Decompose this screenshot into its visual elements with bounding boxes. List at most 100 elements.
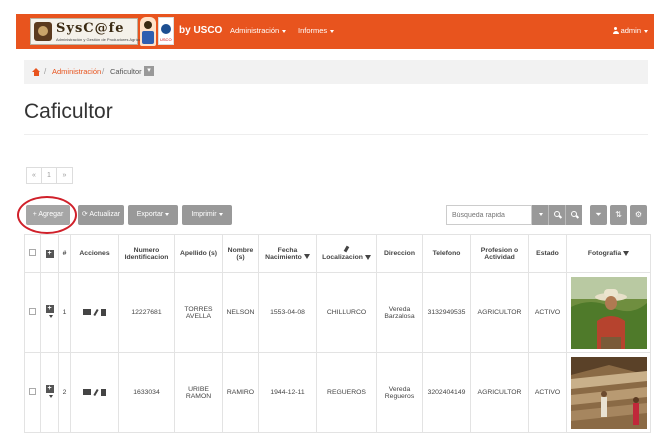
user-menu[interactable]: admin	[612, 26, 648, 35]
pagination-page-1[interactable]: 1	[42, 168, 57, 183]
cell-direccion: Vereda Barzalosa	[376, 272, 423, 353]
cell-fecha-nacimiento: 1944-12-11	[258, 352, 317, 433]
gear-icon: ⚙	[634, 210, 643, 219]
cell-apellidos: URIBE RAMON	[174, 352, 223, 433]
row-expand-button[interactable]: +	[40, 272, 59, 353]
chevron-down-icon	[282, 29, 287, 33]
col-acciones: Acciones	[70, 234, 119, 273]
breadcrumb-toggle-button[interactable]: ▾	[144, 66, 154, 76]
col-fecha-nacimiento[interactable]: Fecha Nacimiento	[258, 234, 317, 273]
top-navbar: SysC@fe Administración y Gestión de Prod…	[16, 14, 654, 49]
table-row[interactable]: + 1 12227681 TORRES AVELLA NELSON 1553-0…	[24, 272, 651, 353]
cell-profesion: AGRICULTOR	[470, 352, 529, 433]
cell-profesion: AGRICULTOR	[470, 272, 529, 353]
select-all-checkbox[interactable]	[24, 234, 41, 273]
search-options-dropdown[interactable]	[532, 205, 548, 225]
sort-icon: ⇅	[615, 210, 622, 219]
col-profesion[interactable]: Profesion o Actividad	[470, 234, 529, 273]
refresh-button[interactable]: ⟳ Actualizar	[78, 205, 124, 225]
breadcrumb-caficultor: Caficultor	[110, 67, 142, 76]
edit-icon[interactable]	[93, 308, 99, 316]
chevron-down-icon	[48, 314, 53, 318]
id-card-icon[interactable]	[83, 389, 91, 396]
chevron-down-icon	[539, 213, 543, 216]
chevron-down-icon	[330, 29, 335, 33]
cell-telefono: 3132949535	[422, 272, 471, 353]
breadcrumb-separator: /	[44, 67, 47, 76]
filter-icon: ⏷	[595, 210, 602, 219]
chevron-down-icon	[48, 394, 53, 398]
drying-beds-photo[interactable]	[570, 356, 647, 429]
cell-fotografia[interactable]	[566, 272, 651, 353]
filter-icon[interactable]	[303, 254, 310, 260]
row-actions	[70, 272, 119, 353]
logo-subtitle: Administración y Gestión de Productores …	[56, 37, 147, 42]
cell-apellidos: TORRES AVELLA	[174, 272, 223, 353]
filter-button[interactable]: ⏷	[590, 205, 607, 225]
advanced-search-button[interactable]	[565, 205, 582, 225]
table-header-row: + # Acciones Numero Identificacion Apell…	[24, 234, 651, 273]
row-expand-button[interactable]: +	[40, 352, 59, 433]
search-icon	[571, 211, 577, 217]
pagination: « 1 »	[26, 167, 73, 184]
usco-logo: USCO	[158, 17, 174, 45]
col-localizacion[interactable]: Localizacion	[316, 234, 377, 273]
nav-informes[interactable]: Informes	[298, 26, 335, 35]
cell-numero-identificacion: 1633034	[118, 352, 175, 433]
col-telefono[interactable]: Telefono	[422, 234, 471, 273]
nav-administracion[interactable]: Administración	[230, 26, 287, 35]
table-row[interactable]: + 2 1633034 URIBE RAMON RAMIRO 1944-12-1…	[24, 352, 651, 433]
breadcrumb-separator: /	[102, 67, 105, 76]
print-button[interactable]: Imprimir	[182, 205, 232, 225]
sort-button[interactable]: ⇅	[610, 205, 627, 225]
row-number: 1	[58, 272, 71, 353]
highlight-annotation	[17, 196, 77, 234]
col-nombres[interactable]: Nombre (s)	[222, 234, 259, 273]
breadcrumb-administracion[interactable]: Administración	[52, 67, 101, 76]
row-checkbox[interactable]	[24, 272, 41, 353]
trash-icon[interactable]	[101, 388, 106, 396]
expand-all-button[interactable]: +	[40, 234, 59, 273]
divider	[24, 134, 648, 135]
cell-direccion: Vereda Regueros	[376, 352, 423, 433]
cell-nombres: RAMIRO	[222, 352, 259, 433]
trash-icon[interactable]	[101, 308, 106, 316]
edit-icon[interactable]	[93, 388, 99, 396]
export-button[interactable]: Exportar	[128, 205, 178, 225]
id-card-icon[interactable]	[83, 309, 91, 316]
row-checkbox[interactable]	[24, 352, 41, 433]
logo-text: SysC@fe	[56, 21, 125, 36]
search-input[interactable]	[446, 205, 532, 225]
app-logo[interactable]: SysC@fe Administración y Gestión de Prod…	[30, 18, 146, 45]
cell-fecha-nacimiento: 1553-04-08	[258, 272, 317, 353]
settings-button[interactable]: ⚙	[630, 205, 647, 225]
breadcrumb: / Administración / Caficultor ▾	[24, 60, 648, 84]
col-num[interactable]: #	[58, 234, 71, 273]
page-title: Caficultor	[24, 100, 113, 123]
pagination-first[interactable]: «	[27, 168, 42, 183]
coffee-cup-icon	[34, 22, 52, 41]
chevron-down-icon	[165, 212, 170, 216]
cell-estado: ACTIVO	[528, 272, 567, 353]
filter-icon[interactable]	[364, 254, 371, 260]
row-number: 2	[58, 352, 71, 433]
mascot-logo	[140, 17, 156, 46]
col-fotografia[interactable]: Fotografía	[566, 234, 651, 273]
search-button[interactable]	[548, 205, 565, 225]
map-pin-icon	[343, 245, 350, 253]
filter-icon[interactable]	[623, 250, 630, 256]
col-numero-identificacion[interactable]: Numero Identificacion	[118, 234, 175, 273]
quick-search	[446, 205, 584, 225]
pagination-last[interactable]: »	[57, 168, 72, 183]
cell-localizacion: CHILLURCO	[316, 272, 377, 353]
col-direccion[interactable]: Direccion	[376, 234, 423, 273]
col-apellidos[interactable]: Apellido (s)	[174, 234, 223, 273]
cell-numero-identificacion: 12227681	[118, 272, 175, 353]
home-icon[interactable]	[32, 68, 40, 76]
farmer-photo[interactable]	[570, 276, 647, 349]
brand-text: by USCO	[179, 25, 223, 36]
row-actions	[70, 352, 119, 433]
user-icon	[612, 27, 619, 34]
cell-fotografia[interactable]	[566, 352, 651, 433]
col-estado[interactable]: Estado	[528, 234, 567, 273]
